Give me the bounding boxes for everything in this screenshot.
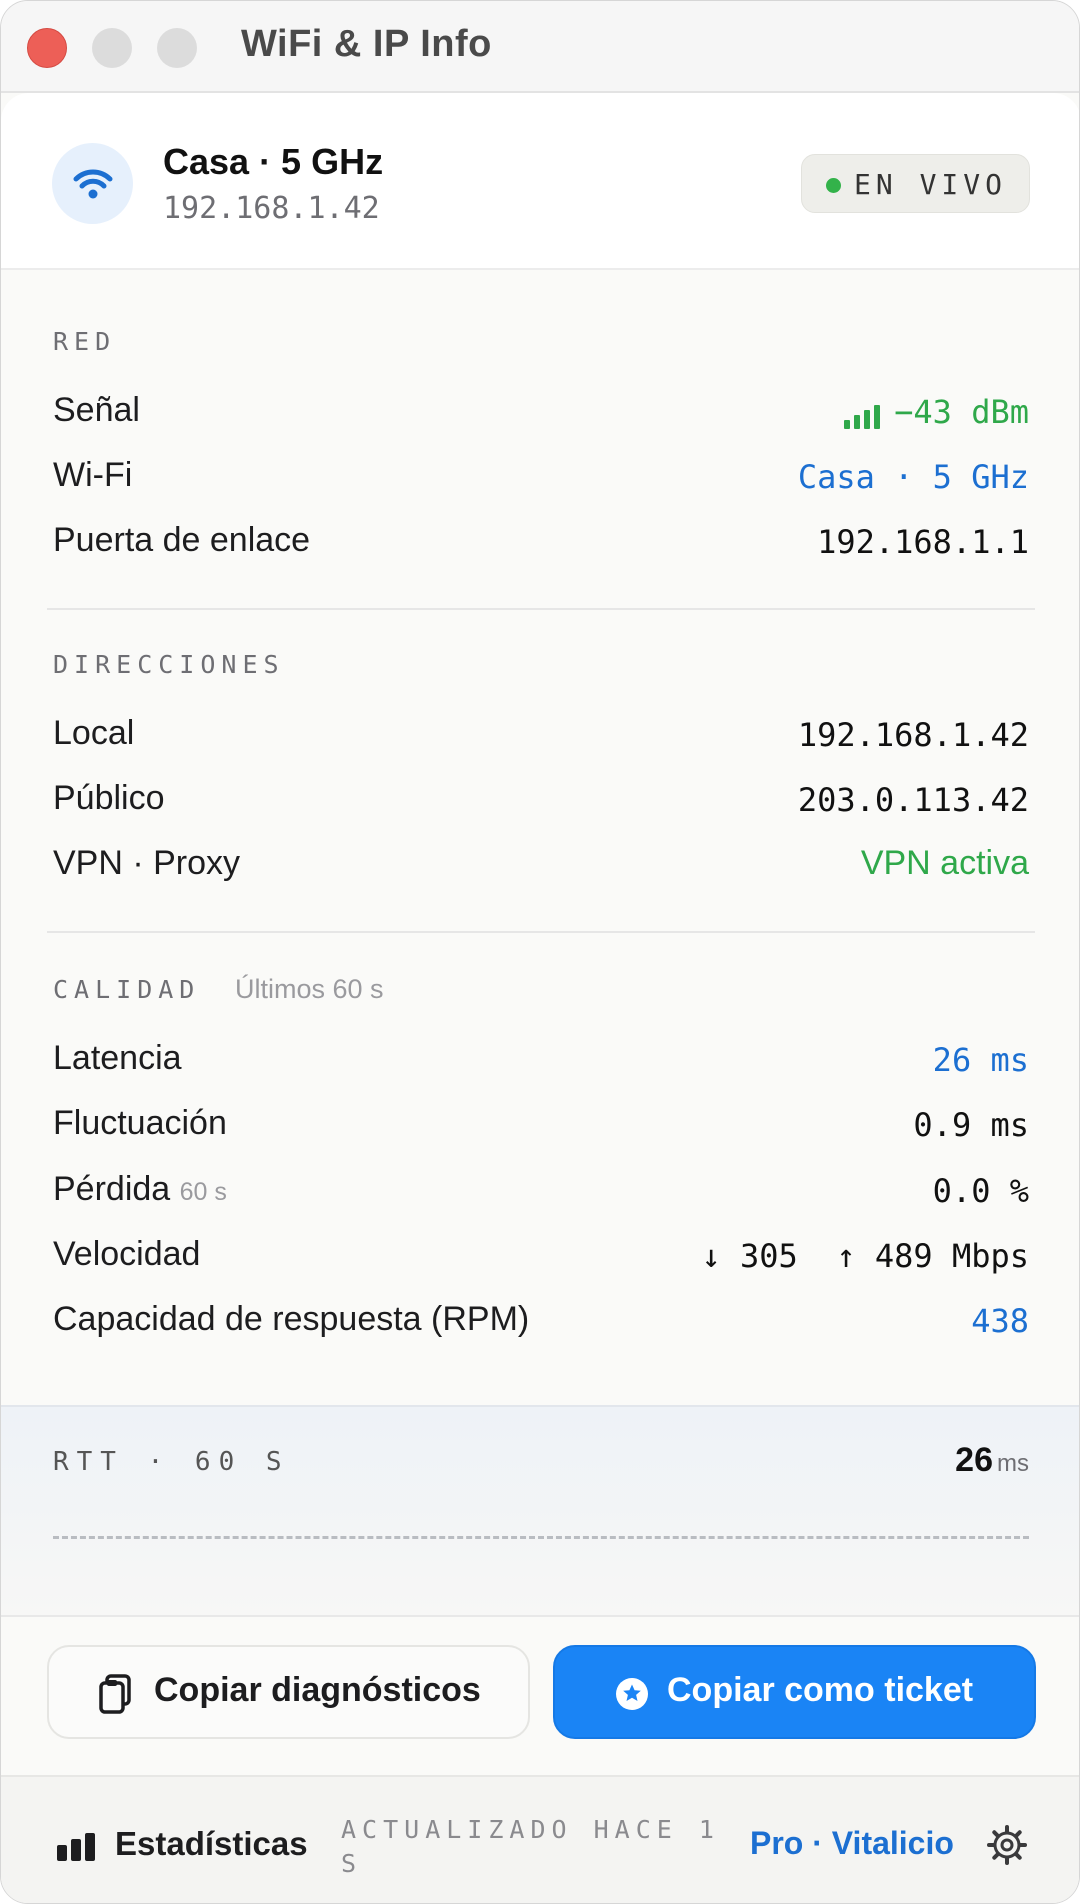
main-panel: Casa · 5 GHz 192.168.1.42 EN VIVO RED Se… — [1, 93, 1079, 1903]
zoom-window-button[interactable] — [157, 28, 197, 68]
wifi-label: Wi-Fi — [53, 456, 133, 494]
pro-license-link[interactable]: Pro · Vitalicio — [750, 1825, 954, 1862]
section-label-red: RED — [53, 327, 117, 356]
jitter-label: Fluctuación — [53, 1104, 227, 1142]
rtt-chart: RTT · 60 S 26 ms — [1, 1405, 1079, 1617]
loss-label: Pérdida — [53, 1170, 171, 1208]
loss-value: 0.0 % — [932, 1172, 1029, 1210]
last-updated-text: ACTUALIZADO HACE 1 S — [341, 1815, 720, 1878]
signal-value: −43 dBm — [894, 393, 1029, 431]
live-status-label: EN VIVO — [854, 168, 1008, 201]
copy-ticket-button[interactable]: Copiar como ticket — [553, 1645, 1036, 1739]
app-window: WiFi & IP Info Casa · 5 GHz 192.168.1.42… — [0, 0, 1080, 1904]
close-window-button[interactable] — [27, 28, 67, 68]
latency-label: Latencia — [53, 1039, 182, 1077]
copy-diagnostics-label: Copiar diagnósticos — [154, 1671, 481, 1709]
public-ip-label: Público — [53, 779, 165, 817]
divider — [47, 931, 1035, 933]
copy-diagnostics-button[interactable]: Copiar diagnósticos — [47, 1645, 530, 1739]
speed-label: Velocidad — [53, 1235, 201, 1273]
quality-window-note: Últimos 60 s — [235, 974, 384, 1004]
section-label-calidad: CALIDAD — [53, 975, 201, 1004]
rtt-value: 26 — [955, 1441, 993, 1479]
divider — [47, 608, 1035, 610]
wifi-value[interactable]: Casa · 5 GHz — [798, 458, 1029, 496]
public-ip-value: 203.0.113.42 — [797, 781, 1029, 819]
loss-window-note: 60 s — [179, 1178, 227, 1206]
clipboard-icon — [99, 1674, 131, 1714]
footer-bar: Estadísticas ACTUALIZADO HACE 1 S Pro · … — [1, 1775, 1079, 1903]
wifi-badge — [52, 143, 133, 224]
statistics-button[interactable]: Estadísticas — [115, 1825, 308, 1863]
network-name: Casa · 5 GHz — [163, 141, 384, 182]
vpn-value: VPN activa — [860, 844, 1029, 882]
rtt-value-container: 26 ms — [955, 1441, 1029, 1480]
signal-label: Señal — [53, 391, 140, 429]
rtt-baseline — [53, 1536, 1029, 1539]
jitter-value: 0.9 ms — [913, 1106, 1029, 1144]
rpm-value: 438 — [971, 1302, 1029, 1340]
local-ip-label: Local — [53, 714, 135, 752]
section-label-direcciones: DIRECCIONES — [53, 650, 285, 679]
title-bar[interactable]: WiFi & IP Info — [1, 1, 1079, 93]
copy-ticket-label: Copiar como ticket — [667, 1671, 974, 1709]
signal-bars-icon — [844, 391, 881, 429]
bar-chart-icon[interactable] — [57, 1833, 97, 1861]
network-ip: 192.168.1.42 — [163, 191, 380, 226]
speed-value: ↓ 305 ↑ 489 Mbps — [701, 1237, 1029, 1275]
gateway-value: 192.168.1.1 — [817, 523, 1029, 561]
wifi-icon — [73, 169, 113, 199]
window-title: WiFi & IP Info — [241, 23, 492, 65]
latency-value: 26 ms — [932, 1041, 1029, 1079]
local-ip-value: 192.168.1.42 — [797, 716, 1029, 754]
vpn-label: VPN · Proxy — [53, 844, 241, 882]
network-header: Casa · 5 GHz 192.168.1.42 EN VIVO — [1, 93, 1079, 270]
rtt-unit: ms — [997, 1450, 1029, 1477]
live-dot-icon — [826, 178, 841, 193]
rpm-label: Capacidad de respuesta (RPM) — [53, 1300, 530, 1338]
loss-label-container: Pérdida 60 s — [53, 1170, 227, 1209]
star-badge-icon — [616, 1678, 648, 1710]
minimize-window-button[interactable] — [92, 28, 132, 68]
live-status-badge: EN VIVO — [801, 154, 1030, 213]
gateway-label: Puerta de enlace — [53, 521, 311, 559]
rtt-label: RTT · 60 S — [53, 1447, 290, 1477]
gear-icon[interactable] — [987, 1825, 1027, 1865]
signal-value-container: −43 dBm — [844, 393, 1029, 433]
